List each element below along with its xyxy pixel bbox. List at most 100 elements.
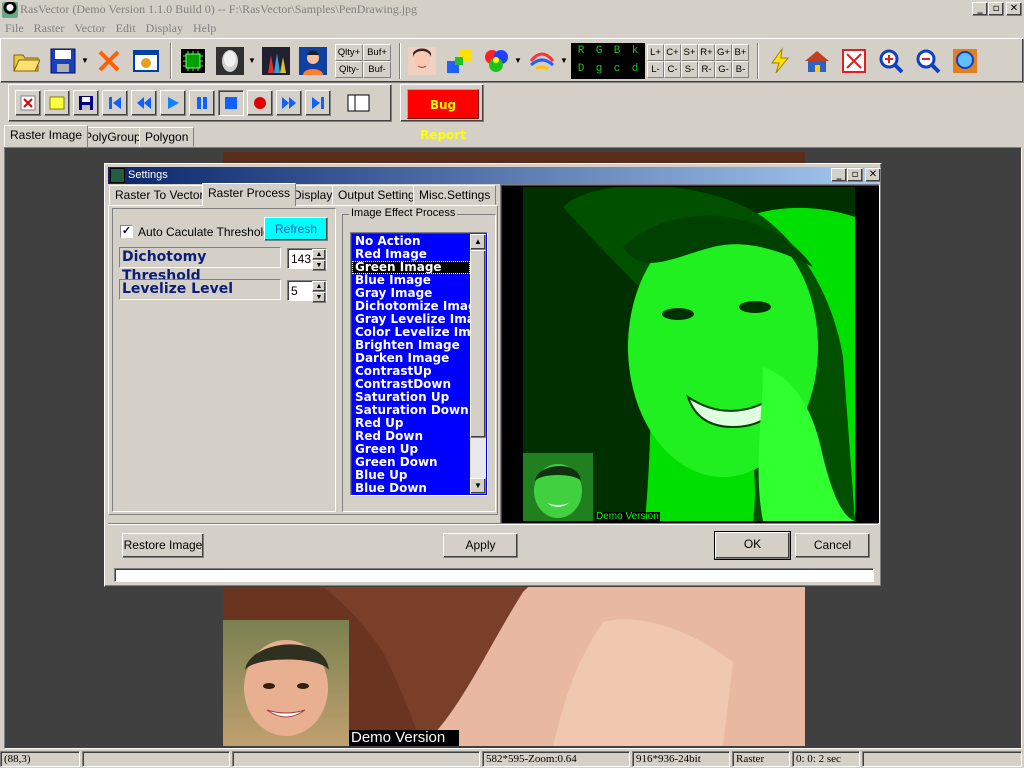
restore-image-button[interactable]: Restore Image [122, 533, 204, 558]
rgb-label[interactable]: k [626, 43, 644, 61]
spin-up-icon[interactable]: ▲ [312, 281, 326, 292]
dialog-maximize-button[interactable]: ▫ [847, 168, 863, 182]
window-toggle-icon[interactable] [346, 90, 372, 116]
save-disk-icon[interactable] [46, 44, 80, 78]
effect-list-item[interactable]: Blue Down [352, 482, 470, 495]
lightness-down-button[interactable]: L- [647, 60, 664, 78]
window-icon[interactable] [129, 44, 163, 78]
dialog-close-button[interactable]: ✕ [865, 168, 881, 182]
scroll-down-icon[interactable]: ▼ [470, 478, 486, 494]
menu-vector[interactable]: Vector [69, 21, 110, 36]
levelize-spinner[interactable]: 5 ▲ ▼ [287, 280, 327, 303]
zoom-in-icon[interactable] [874, 44, 908, 78]
spin-up-icon[interactable]: ▲ [312, 249, 326, 260]
buffer-down-button[interactable]: Buf- [363, 60, 391, 78]
house-icon[interactable] [800, 44, 834, 78]
red-down-button[interactable]: R- [698, 60, 715, 78]
chevron-down-icon[interactable]: ▼ [514, 56, 522, 65]
red-up-button[interactable]: R+ [698, 43, 715, 61]
rgb-label[interactable]: D [572, 61, 590, 79]
cancel-button[interactable]: Cancel [795, 533, 870, 558]
tab-misc-settings[interactable]: Misc.Settings [413, 185, 497, 205]
rgb-label[interactable]: d [626, 61, 644, 79]
quality-down-button[interactable]: Qlty- [335, 60, 363, 78]
blue-up-button[interactable]: B+ [732, 43, 749, 61]
rgb-label[interactable]: c [608, 61, 626, 79]
effect-list-item[interactable]: Blue Up [352, 469, 470, 482]
stop-square-icon[interactable] [218, 90, 244, 116]
buffer-up-button[interactable]: Buf+ [363, 43, 391, 61]
scroll-thumb[interactable] [470, 250, 486, 438]
effect-list-item[interactable]: ContrastDown [352, 378, 470, 391]
effect-list-item[interactable]: Gray Levelize Image [352, 313, 470, 326]
chevron-down-icon[interactable]: ▼ [560, 56, 568, 65]
close-button[interactable]: ✕ [1006, 2, 1022, 16]
menu-file[interactable]: File [0, 21, 29, 36]
effect-list-item[interactable]: Blue Image [352, 274, 470, 287]
effect-list-item[interactable]: Red Down [352, 430, 470, 443]
scroll-up-icon[interactable]: ▲ [470, 234, 486, 250]
rgb-label[interactable]: B [608, 43, 626, 61]
tab-output-setting[interactable]: Output Setting [332, 185, 421, 205]
green-down-button[interactable]: G- [715, 60, 732, 78]
levelize-value[interactable]: 5 [291, 284, 298, 298]
effect-list-item[interactable]: Brighten Image [352, 339, 470, 352]
menu-edit[interactable]: Edit [111, 21, 141, 36]
auto-threshold-checkbox[interactable]: ✓ [120, 225, 133, 238]
blue-down-button[interactable]: B- [732, 60, 749, 78]
tab-polygroup[interactable]: PolyGroup [78, 127, 147, 147]
zoom-fit-icon[interactable] [948, 44, 982, 78]
effect-list-item[interactable]: Saturation Up [352, 391, 470, 404]
last-icon[interactable] [305, 90, 331, 116]
delete-x-icon[interactable] [92, 44, 126, 78]
paint-brush-icon[interactable] [525, 44, 559, 78]
save-small-icon[interactable] [73, 90, 99, 116]
quality-up-button[interactable]: Qlty+ [335, 43, 363, 61]
effect-list-item[interactable]: Saturation Down [352, 404, 470, 417]
effect-list-item[interactable]: Green Image [352, 261, 470, 274]
dialog-minimize-button[interactable]: _ [831, 168, 847, 182]
rgb-label[interactable]: R [572, 43, 590, 61]
contrast-up-button[interactable]: C+ [664, 43, 681, 61]
dichotomy-value[interactable]: 143 [291, 252, 311, 266]
open-folder-icon[interactable] [9, 44, 43, 78]
face-3d-icon[interactable] [213, 44, 247, 78]
zoom-out-icon[interactable] [911, 44, 945, 78]
menu-help[interactable]: Help [188, 21, 221, 36]
lightness-up-button[interactable]: L+ [647, 43, 664, 61]
new-yellow-icon[interactable] [44, 90, 70, 116]
spin-down-icon[interactable]: ▼ [312, 260, 326, 271]
effect-list-item[interactable]: Red Up [352, 417, 470, 430]
fullscreen-icon[interactable] [837, 44, 871, 78]
effect-list-item[interactable]: Darken Image [352, 352, 470, 365]
tab-polygon[interactable]: Polygon [139, 127, 195, 147]
spin-down-icon[interactable]: ▼ [312, 292, 326, 303]
menu-raster[interactable]: Raster [29, 21, 70, 36]
bug-report-button[interactable]: Bug Report [407, 89, 479, 142]
contrast-down-button[interactable]: C- [664, 60, 681, 78]
portrait-icon[interactable] [296, 44, 330, 78]
rgb-label[interactable]: G [590, 43, 608, 61]
record-icon[interactable] [247, 90, 273, 116]
refresh-button[interactable]: Refresh [264, 217, 328, 241]
minimize-button[interactable]: _ [972, 2, 988, 16]
saturation-up-button[interactable]: S+ [681, 43, 698, 61]
green-up-button[interactable]: G+ [715, 43, 732, 61]
effect-listbox[interactable]: No Action Red Image Green Image Blue Image G… [350, 232, 488, 496]
menu-display[interactable]: Display [141, 21, 188, 36]
stop-red-icon[interactable] [15, 90, 41, 116]
shapes-icon[interactable] [442, 44, 476, 78]
effect-list-item[interactable]: Green Down [352, 456, 470, 469]
brushes-icon[interactable] [259, 44, 293, 78]
face-photo-icon[interactable] [405, 44, 439, 78]
forward-icon[interactable] [276, 90, 302, 116]
restore-button[interactable]: ▫ [988, 2, 1004, 16]
effect-list-item[interactable]: No Action [352, 235, 470, 248]
pause-icon[interactable] [189, 90, 215, 116]
apply-button[interactable]: Apply [443, 533, 518, 558]
saturation-down-button[interactable]: S- [681, 60, 698, 78]
effect-list-item[interactable]: Red Image [352, 248, 470, 261]
chevron-down-icon[interactable]: ▼ [81, 56, 89, 65]
rewind-icon[interactable] [131, 90, 157, 116]
tab-raster-process[interactable]: Raster Process [202, 183, 297, 206]
